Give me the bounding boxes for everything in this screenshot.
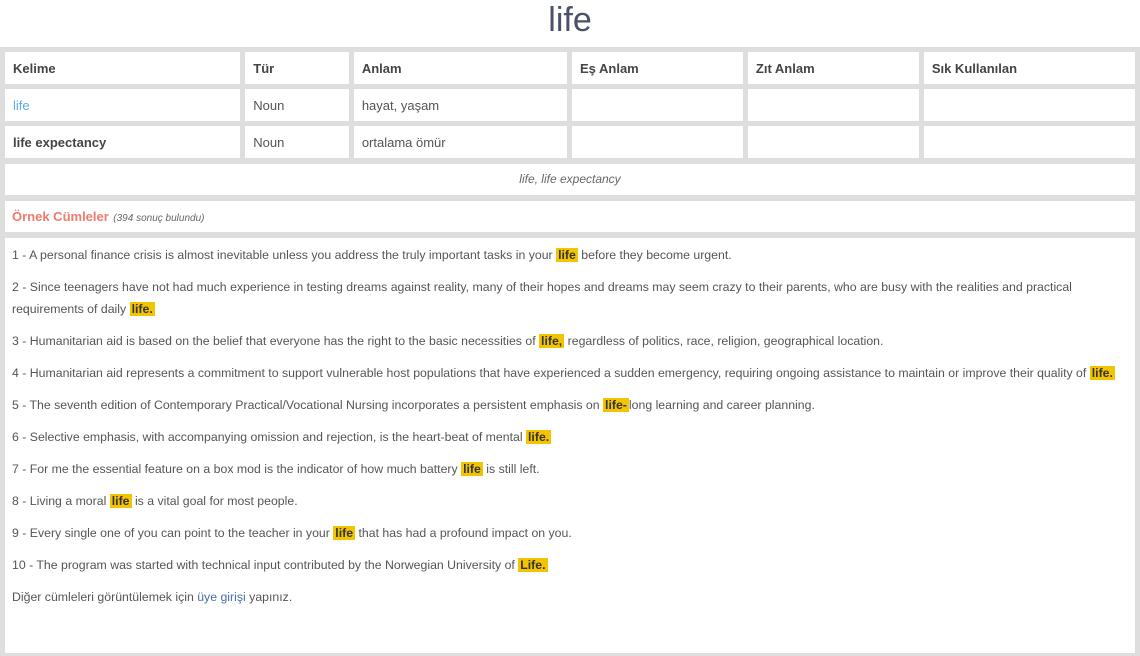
sentence-text-end: that has had a profound impact on you. — [358, 526, 572, 540]
example-sentence: 1 - A personal finance crisis is almost … — [12, 244, 1128, 266]
sentence-text: 7 - For me the essential feature on a bo… — [12, 462, 458, 476]
table-row: life Noun hayat, yaşam — [5, 89, 1135, 121]
highlighted-word: life — [333, 526, 356, 540]
dictionary-table: Kelime Tür Anlam Eş Anlam Zıt Anlam Sık … — [0, 47, 1140, 163]
highlighted-word: life — [461, 462, 483, 476]
highlighted-word: life. — [129, 302, 155, 316]
related-words: life, life expectancy — [5, 164, 1135, 195]
sentence-text: 3 - Humanitarian aid is based on the bel… — [12, 334, 536, 348]
example-sentence: 4 - Humanitarian aid represents a commit… — [12, 362, 1128, 384]
word-synonym — [571, 89, 743, 121]
word-frequent — [923, 126, 1135, 158]
table-header-row: Kelime Tür Anlam Eş Anlam Zıt Anlam Sık … — [5, 52, 1135, 84]
sentence-text-end: long learning and career planning. — [628, 398, 815, 412]
sentence-text-end: is a vital goal for most people. — [134, 494, 298, 508]
example-sentence: 10 - The program was started with techni… — [12, 554, 1128, 576]
login-link[interactable]: üye girişi — [197, 590, 246, 604]
example-sentence: 2 - Since teenagers have not had much ex… — [12, 276, 1128, 320]
header-zit-anlam: Zıt Anlam — [747, 52, 919, 84]
word-antonym — [747, 89, 919, 121]
header-tur: Tür — [245, 52, 349, 84]
word-meaning: hayat, yaşam — [353, 89, 567, 121]
word-frequent — [923, 89, 1135, 121]
examples-count: (394 sonuç bulundu) — [113, 213, 205, 224]
word-synonym — [571, 126, 743, 158]
table-row: life expectancy Noun ortalama ömür — [5, 126, 1135, 158]
sentence-text: 9 - Every single one of you can point to… — [12, 526, 330, 540]
login-note: Diğer cümleleri görüntülemek için üye gi… — [12, 586, 1128, 608]
sentence-text-end: is still left. — [486, 462, 540, 476]
highlighted-word: life — [109, 494, 132, 508]
sentence-text: 6 - Selective emphasis, with accompanyin… — [12, 430, 523, 444]
sentence-text: 8 - Living a moral — [12, 494, 107, 508]
header-es-anlam: Eş Anlam — [571, 52, 743, 84]
sentence-text: 4 - Humanitarian aid represents a commit… — [12, 366, 1087, 380]
example-sentence: 5 - The seventh edition of Contemporary … — [12, 394, 1128, 416]
word: life expectancy — [5, 126, 241, 158]
header-kelime: Kelime — [5, 52, 241, 84]
login-note-text-end: yapınız. — [249, 590, 293, 604]
sentence-list: 1 - A personal finance crisis is almost … — [12, 244, 1128, 576]
header-sik-kullanilan: Sık Kullanılan — [923, 52, 1135, 84]
content-area: Kelime Tür Anlam Eş Anlam Zıt Anlam Sık … — [0, 47, 1140, 656]
header-anlam: Anlam — [353, 52, 567, 84]
example-sentence: 9 - Every single one of you can point to… — [12, 522, 1128, 544]
sentence-text: 10 - The program was started with techni… — [12, 558, 515, 572]
highlighted-word: life. — [1089, 366, 1115, 380]
word-type: Noun — [245, 89, 349, 121]
highlighted-word: Life. — [518, 558, 548, 572]
sentence-text: 2 - Since teenagers have not had much ex… — [12, 280, 1072, 316]
sentence-text-end: regardless of politics, race, religion, … — [567, 334, 884, 348]
example-sentences: 1 - A personal finance crisis is almost … — [5, 238, 1135, 653]
sentence-text: 5 - The seventh edition of Contemporary … — [12, 398, 600, 412]
highlighted-word: life- — [603, 398, 629, 412]
highlighted-word: life, — [539, 334, 565, 348]
highlighted-word: life. — [526, 430, 552, 444]
examples-header: Örnek Cümleler (394 sonuç bulundu) — [5, 201, 1135, 232]
sentence-text: 1 - A personal finance crisis is almost … — [12, 248, 553, 262]
page-title: life — [548, 1, 592, 39]
word-meaning: ortalama ömür — [353, 126, 567, 158]
word-antonym — [747, 126, 919, 158]
example-sentence: 8 - Living a moral life is a vital goal … — [12, 490, 1128, 512]
login-note-text: Diğer cümleleri görüntülemek için — [12, 590, 194, 604]
example-sentence: 6 - Selective emphasis, with accompanyin… — [12, 426, 1128, 448]
word-link[interactable]: life — [5, 89, 241, 121]
highlighted-word: life — [556, 248, 578, 262]
examples-label: Örnek Cümleler — [12, 209, 109, 224]
sentence-text-end: before they become urgent. — [581, 248, 732, 262]
word-type: Noun — [245, 126, 349, 158]
example-sentence: 3 - Humanitarian aid is based on the bel… — [12, 330, 1128, 352]
example-sentence: 7 - For me the essential feature on a bo… — [12, 458, 1128, 480]
